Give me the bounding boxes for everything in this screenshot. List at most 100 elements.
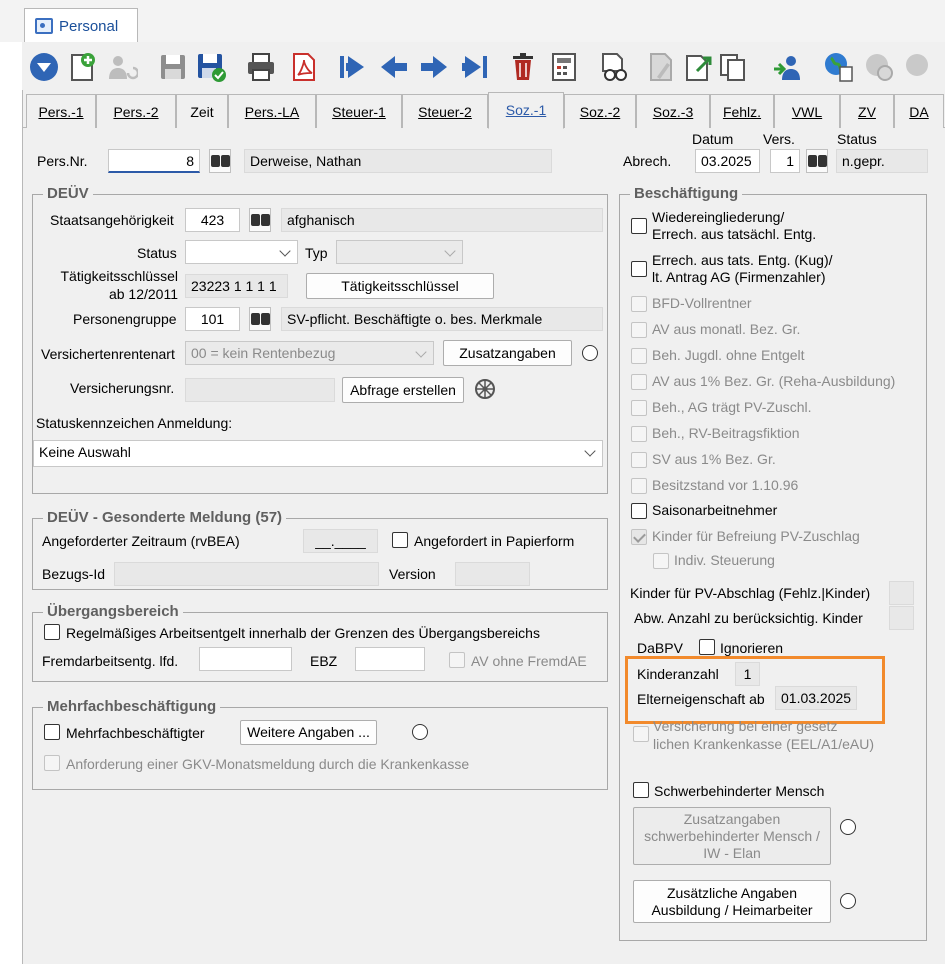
zusatzangaben-button[interactable]: Zusatzangaben: [443, 340, 572, 366]
bezugs-id-label: Bezugs-Id: [42, 566, 106, 582]
binoculars-icon[interactable]: [249, 208, 271, 232]
calculator-icon[interactable]: [547, 50, 581, 84]
staatsangehoerigkeit-code[interactable]: 423: [185, 208, 240, 232]
beschaeftigung-checkbox[interactable]: [631, 529, 647, 545]
prev-record-icon[interactable]: [377, 50, 411, 84]
statuskennzeichen-select[interactable]: Keine Auswahl: [33, 440, 603, 467]
document-edit-icon[interactable]: [644, 50, 678, 84]
tab-steuer-2[interactable]: Steuer-2: [402, 94, 488, 128]
binoculars-icon[interactable]: [806, 149, 828, 173]
tab-vwl[interactable]: VWL: [774, 94, 840, 128]
status-select[interactable]: [185, 240, 298, 264]
copy-icon[interactable]: [716, 50, 750, 84]
beschaeftigung-option-label: Kinder für Befreiung PV-Zuschlag: [652, 528, 860, 544]
papierform-checkbox[interactable]: [392, 532, 408, 548]
ebz-field[interactable]: [355, 647, 425, 671]
dabpv-ignorieren-checkbox[interactable]: [699, 639, 715, 655]
search-document-icon[interactable]: [597, 50, 631, 84]
taetigkeitsschluessel-label: Tätigkeitsschlüssel: [60, 268, 179, 284]
beschaeftigung-checkbox[interactable]: [631, 322, 647, 338]
mehrfachbeschaeftigter-checkbox[interactable]: [44, 724, 60, 740]
pv-abschlag-label: Kinder für PV-Abschlag (Fehlz.|Kinder): [630, 585, 871, 601]
beschaeftigung-checkbox[interactable]: [631, 426, 647, 442]
window-tab-personal[interactable]: Personal: [24, 8, 138, 42]
beschaeftigung-option-label: AV aus monatl. Bez. Gr.: [652, 321, 801, 337]
beschaeftigung-option-label: Errech. aus tats. Entg. (Kug)/: [652, 252, 833, 268]
rentenart-select[interactable]: 00 = kein Rentenbezug: [185, 341, 434, 365]
beschaeftigung-checkbox[interactable]: [631, 261, 647, 277]
toolbar: [22, 42, 945, 90]
pdf-icon[interactable]: [287, 50, 321, 84]
beschaeftigung-checkbox[interactable]: [631, 503, 647, 519]
beschaeftigung-checkbox[interactable]: [631, 296, 647, 312]
regelmaessig-label: Regelmäßiges Arbeitsentgelt innerhalb de…: [66, 625, 540, 641]
document-export-icon[interactable]: [682, 50, 716, 84]
delete-icon[interactable]: [506, 50, 540, 84]
tab-pers-la[interactable]: Pers.-LA: [228, 94, 316, 128]
last-record-icon[interactable]: [458, 50, 492, 84]
window-tab-bar: [0, 0, 945, 42]
wheel-icon[interactable]: [474, 378, 496, 400]
beschaeftigung-checkbox[interactable]: [653, 553, 669, 569]
av-ohne-fremdae-checkbox[interactable]: [449, 652, 465, 668]
tab-soz-3[interactable]: Soz.-3: [636, 94, 710, 128]
fremdarbeitsentgelt-field[interactable]: [199, 647, 292, 671]
tab-steuer-1[interactable]: Steuer-1: [316, 94, 402, 128]
weitere-angaben-button[interactable]: Weitere Angaben ...: [240, 720, 377, 745]
typ-label: Typ: [305, 245, 328, 261]
personengruppe-code[interactable]: 101: [185, 307, 240, 331]
tab-pers-2[interactable]: Pers.-2: [96, 94, 176, 128]
abrech-datum-field[interactable]: 03.2025: [695, 149, 760, 173]
binoculars-icon[interactable]: [249, 307, 271, 331]
print-icon[interactable]: [244, 50, 278, 84]
beschaeftigung-option-label: AV aus 1% Bez. Gr. (Reha-Ausbildung): [652, 373, 896, 389]
version-label: Version: [389, 566, 436, 582]
abfrage-erstellen-button[interactable]: Abfrage erstellen: [342, 377, 464, 403]
beschaeftigung-option-sublabel: lt. Antrag AG (Firmenzahler): [652, 269, 826, 285]
tab-zeit[interactable]: Zeit: [176, 94, 228, 128]
beschaeftigung-option-label: Beh., AG trägt PV-Zuschl.: [652, 399, 812, 415]
beschaeftigung-checkbox[interactable]: [631, 452, 647, 468]
typ-select[interactable]: [336, 240, 463, 264]
globe-document-icon[interactable]: [822, 50, 856, 84]
beschaeftigung-checkbox[interactable]: [631, 400, 647, 416]
fremdarbeitsentgelt-label: Fremdarbeitsentg. lfd.: [42, 653, 179, 669]
bezugs-id-field: [114, 562, 379, 586]
first-record-icon[interactable]: [335, 50, 369, 84]
regelmaessig-checkbox[interactable]: [44, 624, 60, 640]
beschaeftigung-option-label: Beh., RV-Beitragsfiktion: [652, 425, 800, 441]
down-circle-icon[interactable]: [27, 50, 61, 84]
tab-soz-2[interactable]: Soz.-2: [564, 94, 636, 128]
globe-gear-icon[interactable]: [862, 50, 896, 84]
beschaeftigung-checkbox[interactable]: [631, 348, 647, 364]
pers-nr-input[interactable]: 8: [108, 149, 200, 173]
save-icon[interactable]: [156, 50, 190, 84]
tab-soz-1[interactable]: Soz.-1: [488, 92, 564, 129]
binoculars-icon[interactable]: [209, 149, 231, 173]
users-refresh-icon[interactable]: [105, 50, 139, 84]
beschaeftigung-checkbox[interactable]: [631, 478, 647, 494]
tab-da[interactable]: DA: [894, 94, 944, 128]
abrech-vers-field[interactable]: 1: [770, 149, 800, 173]
user-import-icon[interactable]: [770, 50, 804, 84]
save-confirm-icon[interactable]: [194, 50, 228, 84]
next-record-icon[interactable]: [417, 50, 451, 84]
ausbildung-heimarbeiter-button[interactable]: Zusätzliche Angaben Ausbildung / Heimarb…: [633, 880, 831, 923]
taetigkeitsschluessel-button[interactable]: Tätigkeitsschlüssel: [306, 273, 494, 299]
rentenart-label: Versichertenrentenart: [41, 346, 175, 362]
tab-strip: Pers.-1 Pers.-2 Zeit Pers.-LA Steuer-1 S…: [22, 92, 945, 129]
new-document-icon[interactable]: [65, 50, 99, 84]
tab-fehlz[interactable]: Fehlz.: [710, 94, 774, 128]
staatsangehoerigkeit-label: Staatsangehörigkeit: [50, 212, 174, 228]
globe-gear-icon[interactable]: [902, 50, 936, 84]
gesetzliche-krankenkasse-checkbox[interactable]: [633, 726, 649, 742]
beschaeftigung-checkbox[interactable]: [631, 374, 647, 390]
tab-zv[interactable]: ZV: [840, 94, 894, 128]
tab-pers-1[interactable]: Pers.-1: [26, 94, 96, 128]
schwerbehindert-checkbox[interactable]: [633, 782, 649, 798]
zeitraum-field[interactable]: __.____: [303, 529, 378, 553]
schwerbehindert-zusatzangaben-button[interactable]: Zusatzangaben schwerbehinderter Mensch /…: [633, 807, 831, 865]
gkv-monatsmeldung-checkbox[interactable]: [44, 755, 60, 771]
beschaeftigung-checkbox[interactable]: [631, 218, 647, 234]
dabpv-label: DaBPV: [637, 640, 683, 656]
